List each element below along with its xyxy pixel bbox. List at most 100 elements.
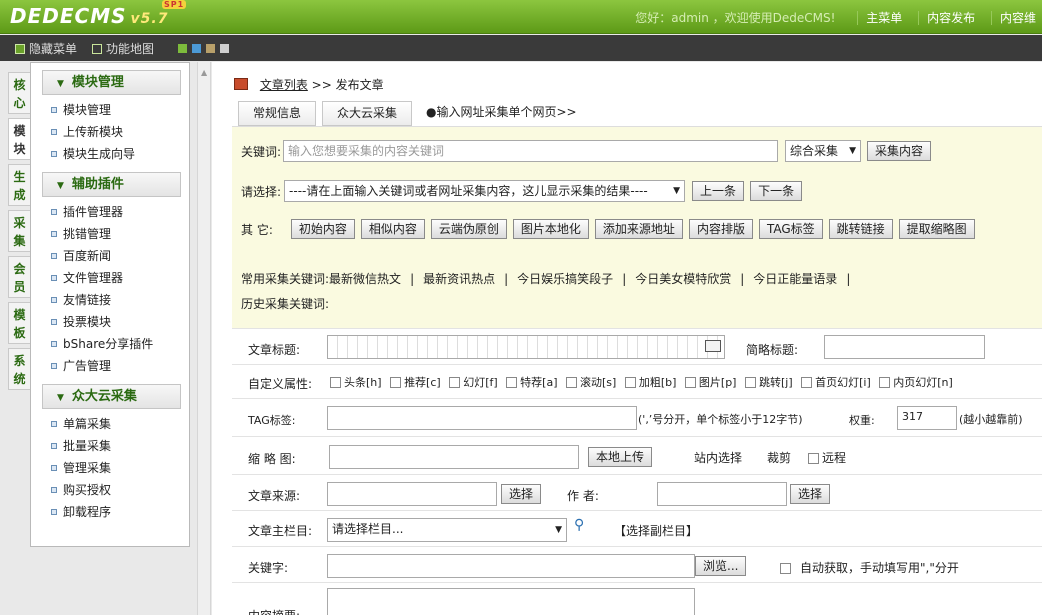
similar-content-button[interactable]: 相似内容: [360, 219, 425, 239]
common-keyword-link[interactable]: 今日正能量语录: [753, 270, 837, 287]
browse-button[interactable]: 浏览...: [695, 556, 747, 576]
attr-checkbox[interactable]: [566, 377, 577, 388]
collect-mode-select[interactable]: 综合采集 ▼: [785, 140, 862, 162]
attr-checkbox[interactable]: [506, 377, 518, 388]
sidebar-item[interactable]: 购买授权: [31, 479, 189, 501]
menu-main[interactable]: 主菜单: [857, 11, 903, 25]
short-title-input[interactable]: [824, 335, 985, 359]
weight-input[interactable]: 317: [897, 406, 957, 430]
attr-checkbox[interactable]: [449, 377, 461, 388]
vtab-collect[interactable]: 采集: [8, 210, 30, 252]
site-select-link[interactable]: 站内选择: [694, 449, 742, 466]
vtab-generate[interactable]: 生成: [8, 164, 30, 206]
skin-brown-swatch[interactable]: [206, 44, 215, 53]
sidebar-item[interactable]: 卸载程序: [31, 501, 189, 523]
main-content: 文章列表 >> 发布文章 常规信息 众大云采集 ●输入网址采集单个网页>> 关键…: [212, 62, 1042, 615]
bullet-icon: [51, 151, 57, 157]
attr-checkbox[interactable]: [624, 377, 636, 388]
common-keyword-link[interactable]: 今日娱乐搞笑段子: [517, 270, 613, 287]
title-input[interactable]: [327, 335, 725, 359]
skin-green-swatch[interactable]: [178, 44, 187, 53]
auto-fetch-checkbox[interactable]: [780, 563, 791, 574]
sidebar-item[interactable]: 友情链接: [31, 289, 189, 311]
menu-content-publish[interactable]: 内容发布: [918, 11, 976, 25]
vtab-member[interactable]: 会员: [8, 256, 30, 298]
collect-content-button[interactable]: 采集内容: [867, 141, 932, 161]
next-button[interactable]: 下一条: [750, 181, 803, 201]
prev-button[interactable]: 上一条: [692, 181, 745, 201]
tab-bar: 常规信息 众大云采集 ●输入网址采集单个网页>>: [238, 101, 577, 126]
common-keyword-link[interactable]: 今日美女模特欣赏: [635, 270, 731, 287]
vtab-template[interactable]: 模板: [8, 302, 30, 344]
sidebar-item[interactable]: 上传新模块: [31, 121, 189, 143]
remote-checkbox[interactable]: [808, 453, 819, 464]
add-source-button[interactable]: 添加来源地址: [594, 219, 683, 239]
sub-column-link[interactable]: 【选择副栏目】: [614, 522, 698, 539]
source-input[interactable]: [327, 482, 497, 506]
section-plugins[interactable]: ▼ 辅助插件: [42, 172, 181, 197]
section-cloud-collect[interactable]: ▼ 众大云采集: [42, 384, 181, 409]
search-icon[interactable]: ⚲: [574, 517, 584, 533]
bullet-icon: [51, 509, 57, 515]
sidebar-item[interactable]: 单篇采集: [31, 413, 189, 435]
book-icon: [234, 78, 248, 90]
tab-general[interactable]: 常规信息: [238, 101, 317, 126]
hide-menu-button[interactable]: 隐藏菜单: [15, 40, 77, 57]
summary-textarea[interactable]: [327, 588, 695, 615]
tag-input[interactable]: [327, 406, 637, 430]
sidebar-splitter[interactable]: ▲: [197, 62, 211, 615]
sidebar-item[interactable]: 插件管理器: [31, 201, 189, 223]
dropdown-arrow-icon: ▼: [555, 525, 562, 535]
sidebar-item[interactable]: 广告管理: [31, 355, 189, 377]
title-style-icon[interactable]: [705, 340, 721, 352]
local-upload-button[interactable]: 本地上传: [588, 447, 653, 467]
sidebar-item[interactable]: 模块管理: [31, 99, 189, 121]
common-keyword-link[interactable]: 最新微信热文: [329, 270, 401, 287]
thumb-input[interactable]: [329, 445, 579, 469]
article-list-link[interactable]: 文章列表: [260, 78, 308, 92]
crop-link[interactable]: 裁剪: [767, 449, 791, 466]
sidebar-item[interactable]: 挑错管理: [31, 223, 189, 245]
result-select[interactable]: ----请在上面输入关键词或者网址采集内容，这儿显示采集的结果---- ▼: [284, 180, 686, 202]
image-localize-button[interactable]: 图片本地化: [512, 219, 589, 239]
sidebar-item[interactable]: 批量采集: [31, 435, 189, 457]
tab-url-collect-link[interactable]: ●输入网址采集单个网页>>: [426, 101, 577, 126]
sidebar-item[interactable]: 模块生成向导: [31, 143, 189, 165]
keywords-input[interactable]: [327, 554, 695, 578]
keyword-input[interactable]: 输入您想要采集的内容关键词: [283, 140, 779, 162]
function-map-button[interactable]: 功能地图: [92, 40, 154, 57]
attr-checkbox[interactable]: [744, 377, 756, 388]
vtab-core[interactable]: 核心: [8, 72, 30, 114]
skin-gray-swatch[interactable]: [220, 44, 229, 53]
init-content-button[interactable]: 初始内容: [290, 219, 355, 239]
sidebar-item[interactable]: 百度新闻: [31, 245, 189, 267]
attr-checkbox[interactable]: [879, 377, 891, 388]
attr-checkbox[interactable]: [390, 377, 402, 388]
remote-option[interactable]: 远程: [808, 449, 846, 466]
vtab-system[interactable]: 系统: [8, 348, 30, 390]
source-select-button[interactable]: 选择: [501, 484, 542, 504]
extract-thumb-button[interactable]: 提取缩略图: [898, 219, 975, 239]
author-input[interactable]: [657, 482, 787, 506]
author-select-button[interactable]: 选择: [790, 484, 831, 504]
skin-blue-swatch[interactable]: [192, 44, 201, 53]
attr-checkbox[interactable]: [684, 377, 696, 388]
sidebar-item[interactable]: bShare分享插件: [31, 333, 189, 355]
attr-checkbox[interactable]: [801, 377, 813, 388]
tab-cloud-collect[interactable]: 众大云采集: [322, 101, 413, 126]
common-keyword-link[interactable]: 最新资讯热点: [423, 270, 495, 287]
breadcrumb: 文章列表 >> 发布文章: [234, 76, 384, 93]
section-module-manage[interactable]: ▼ 模块管理: [42, 70, 181, 95]
auto-fetch-option[interactable]: 自动获取，手动填写用","分开: [780, 559, 959, 576]
sidebar-item[interactable]: 文件管理器: [31, 267, 189, 289]
content-layout-button[interactable]: 内容排版: [688, 219, 753, 239]
jump-link-button[interactable]: 跳转链接: [828, 219, 893, 239]
vtab-module[interactable]: 模块: [8, 118, 30, 160]
column-select[interactable]: 请选择栏目... ▼: [327, 518, 567, 542]
attr-checkbox[interactable]: [330, 377, 341, 388]
menu-content-more[interactable]: 内容维: [990, 11, 1036, 25]
tag-button[interactable]: TAG标签: [758, 219, 823, 239]
sidebar-item[interactable]: 管理采集: [31, 457, 189, 479]
cloud-rewrite-button[interactable]: 云端伪原创: [430, 219, 507, 239]
sidebar-item[interactable]: 投票模块: [31, 311, 189, 333]
